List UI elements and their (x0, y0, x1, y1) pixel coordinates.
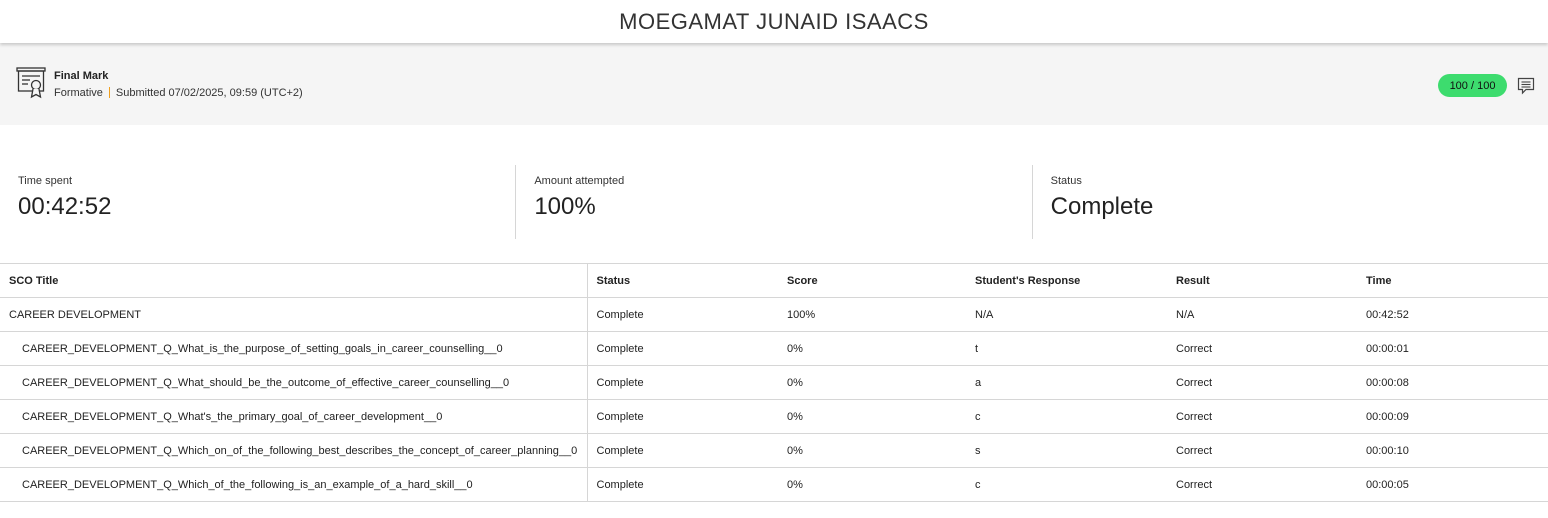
submission-info: Formative Submitted 07/02/2025, 09:59 (U… (54, 87, 303, 99)
cell-score: 0% (778, 399, 966, 434)
page-header: MOEGAMAT JUNAID ISAACS (0, 0, 1548, 43)
cell-time: 00:00:01 (1357, 331, 1548, 366)
cell-status: Complete (587, 297, 778, 332)
cell-sco-title: CAREER_DEVELOPMENT_Q_Which_on_of_the_fol… (0, 433, 588, 468)
cell-status: Complete (587, 365, 778, 400)
cell-status: Complete (587, 399, 778, 434)
cell-sco-title: CAREER_DEVELOPMENT_Q_What's_the_primary_… (0, 399, 588, 434)
cell-time: 00:00:10 (1357, 433, 1548, 468)
table-header-row: SCO Title Status Score Student's Respons… (0, 263, 1548, 298)
submitted-date: Submitted 07/02/2025, 09:59 (UTC+2) (115, 86, 303, 99)
cell-score: 100% (778, 297, 966, 332)
certificate-icon (16, 67, 46, 99)
column-header-score: Score (778, 263, 966, 298)
cell-status: Complete (587, 467, 778, 502)
assessment-type: Formative (54, 86, 103, 99)
table-row: CAREER DEVELOPMENT Complete 100% N/A N/A… (0, 297, 1548, 332)
cell-sco-title: CAREER_DEVELOPMENT_Q_What_should_be_the_… (0, 365, 588, 400)
stat-value: 00:42:52 (18, 193, 112, 220)
stats-panel: Time spent 00:42:52 Amount attempted 100… (0, 165, 1548, 239)
cell-result: Correct (1167, 467, 1357, 502)
stat-label: Time spent (18, 175, 73, 187)
cell-sco-title: CAREER_DEVELOPMENT_Q_What_is_the_purpose… (0, 331, 588, 366)
table-row: CAREER_DEVELOPMENT_Q_What's_the_primary_… (0, 399, 1548, 434)
cell-response: s (966, 433, 1167, 468)
table-row: CAREER_DEVELOPMENT_Q_What_is_the_purpose… (0, 331, 1548, 366)
final-mark-title: Final Mark (54, 69, 109, 82)
cell-time: 00:00:09 (1357, 399, 1548, 434)
separator (108, 87, 110, 98)
score-badge: 100 / 100 (1438, 74, 1507, 97)
stat-label: Amount attempted (534, 175, 625, 187)
cell-sco-title: CAREER_DEVELOPMENT_Q_Which_of_the_follow… (0, 467, 588, 502)
cell-score: 0% (778, 467, 966, 502)
cell-score: 0% (778, 331, 966, 366)
cell-time: 00:00:05 (1357, 467, 1548, 502)
comment-icon[interactable] (1517, 77, 1535, 95)
sco-table: SCO Title Status Score Student's Respons… (0, 263, 1548, 502)
stat-status: Status Complete (1031, 165, 1548, 239)
cell-result: Correct (1167, 365, 1357, 400)
stat-label: Status (1050, 175, 1082, 187)
stat-amount-attempted: Amount attempted 100% (515, 165, 1031, 239)
table-row: CAREER_DEVELOPMENT_Q_Which_on_of_the_fol… (0, 433, 1548, 468)
cell-score: 0% (778, 365, 966, 400)
cell-score: 0% (778, 433, 966, 468)
cell-result: Correct (1167, 399, 1357, 434)
cell-time: 00:42:52 (1357, 297, 1548, 332)
cell-response: t (966, 331, 1167, 366)
cell-status: Complete (587, 433, 778, 468)
stat-time-spent: Time spent 00:42:52 (0, 165, 515, 239)
table-row: CAREER_DEVELOPMENT_Q_What_should_be_the_… (0, 365, 1548, 400)
cell-sco-title: CAREER DEVELOPMENT (0, 297, 588, 332)
cell-response: a (966, 365, 1167, 400)
cell-response: c (966, 399, 1167, 434)
cell-response: c (966, 467, 1167, 502)
cell-result: Correct (1167, 331, 1357, 366)
page-title: MOEGAMAT JUNAID ISAACS (619, 8, 929, 34)
column-header-result: Result (1167, 263, 1357, 298)
cell-result: Correct (1167, 433, 1357, 468)
stat-value: 100% (534, 193, 596, 220)
stat-value: Complete (1050, 193, 1154, 220)
column-header-status: Status (587, 263, 778, 298)
cell-response: N/A (966, 297, 1167, 332)
column-header-response: Student's Response (966, 263, 1167, 298)
column-header-time: Time (1357, 263, 1548, 298)
cell-time: 00:00:08 (1357, 365, 1548, 400)
final-mark-bar: Final Mark Formative Submitted 07/02/202… (0, 43, 1548, 125)
cell-status: Complete (587, 331, 778, 366)
column-header-sco-title: SCO Title (0, 263, 588, 298)
cell-result: N/A (1167, 297, 1357, 332)
table-row: CAREER_DEVELOPMENT_Q_Which_of_the_follow… (0, 467, 1548, 502)
